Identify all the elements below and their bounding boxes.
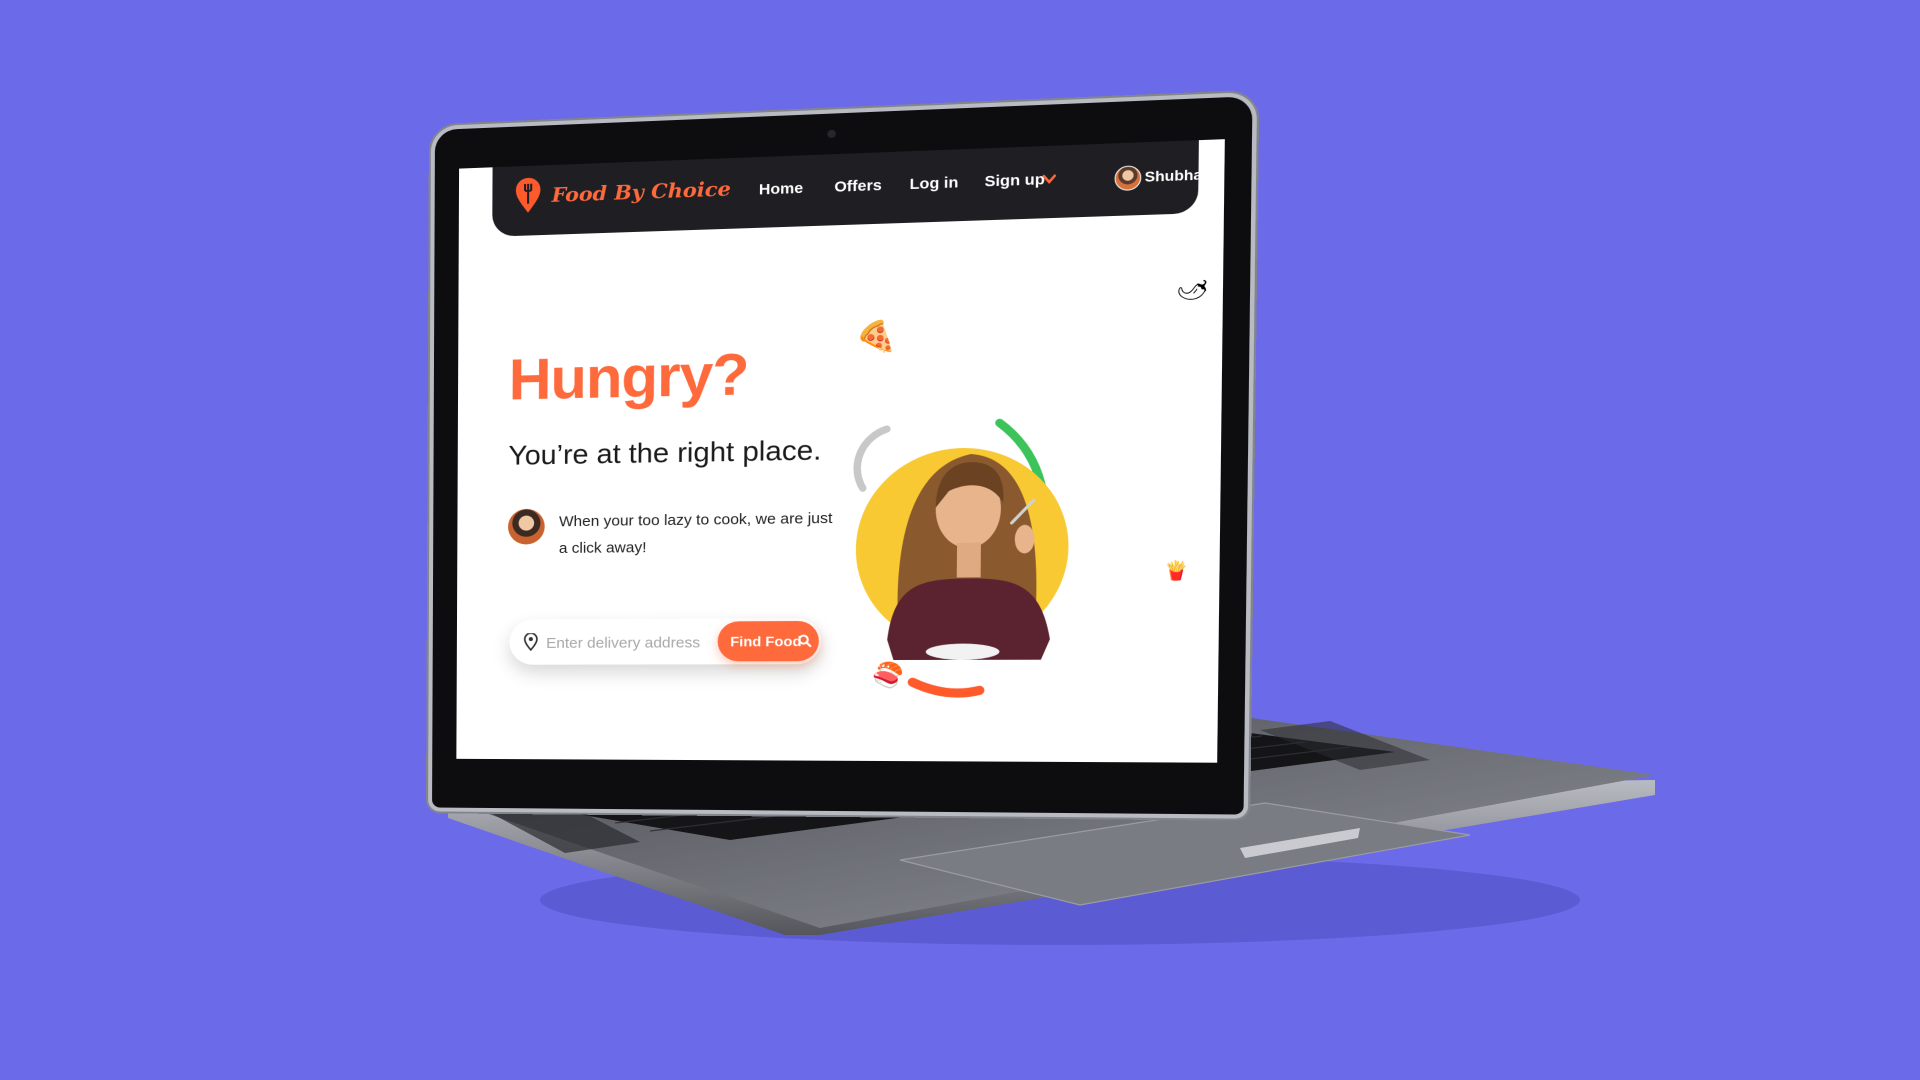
laptop-mockup-scene: Food By Choice Home Offers Log in Sign u… — [0, 0, 1920, 1080]
laptop-lid: Food By Choice Home Offers Log in Sign u… — [432, 96, 1252, 814]
nav-home-link[interactable]: Home — [759, 180, 803, 199]
fork-pin-icon[interactable] — [515, 177, 542, 214]
delivery-address-input[interactable] — [544, 626, 714, 658]
navbar: Food By Choice Home Offers Log in Sign u… — [492, 140, 1199, 237]
sushi-icon: 🍣 — [872, 664, 904, 688]
nav-signup-link[interactable]: Sign up — [984, 171, 1044, 191]
hero-title: Hungry? — [509, 341, 749, 413]
user-name[interactable]: Shubham — [1145, 166, 1217, 185]
chevron-down-icon[interactable] — [1043, 174, 1056, 185]
fries-icon: 🍟 — [1163, 561, 1188, 580]
webcam — [827, 130, 836, 138]
delivery-search-bar: Find Food — [509, 618, 821, 665]
find-food-button[interactable]: Find Food — [718, 621, 820, 661]
location-pin-icon — [524, 633, 538, 651]
avatar[interactable] — [1114, 165, 1141, 191]
hero-tagline: When your too lazy to cook, we are just … — [559, 505, 841, 562]
search-icon — [798, 634, 812, 647]
grey-arc — [857, 429, 887, 488]
pizza-icon: 🍕 — [853, 320, 898, 357]
nav-login-link[interactable]: Log in — [910, 174, 959, 193]
author-avatar — [508, 509, 545, 545]
laptop-bezel: Food By Choice Home Offers Log in Sign u… — [432, 96, 1252, 814]
website-screen: Food By Choice Home Offers Log in Sign u… — [456, 139, 1224, 763]
find-food-label: Find Food — [730, 633, 801, 649]
hero-subtitle: You’re at the right place. — [508, 434, 821, 471]
brand-name[interactable]: Food By Choice — [552, 176, 731, 207]
orange-arc — [912, 682, 979, 693]
nav-offers-link[interactable]: Offers — [834, 177, 882, 196]
